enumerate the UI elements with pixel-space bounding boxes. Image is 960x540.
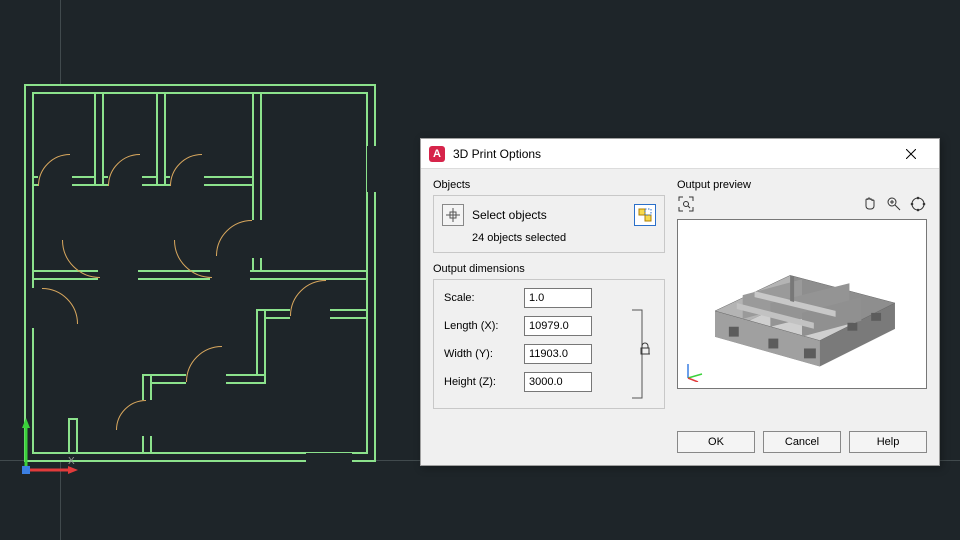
objects-group: Select objects 24 objects selected	[433, 195, 665, 253]
scale-label: Scale:	[444, 292, 524, 304]
close-icon	[906, 149, 916, 159]
preview-toolbar	[677, 195, 927, 213]
lock-icon	[638, 342, 652, 356]
height-label: Height (Z):	[444, 376, 524, 388]
svg-text:X: X	[68, 456, 75, 467]
quick-select-icon	[638, 208, 652, 222]
help-button[interactable]: Help	[849, 431, 927, 453]
close-button[interactable]	[891, 139, 931, 169]
length-input[interactable]	[524, 316, 592, 336]
scale-input[interactable]	[524, 288, 592, 308]
objects-label: Objects	[433, 179, 665, 191]
app-icon: A	[429, 146, 445, 162]
pan-icon	[862, 196, 878, 212]
dimensions-label: Output dimensions	[433, 263, 665, 275]
crosshair-pick-icon	[446, 208, 460, 222]
ucs-icon: X	[18, 418, 78, 478]
width-label: Width (Y):	[444, 348, 524, 360]
select-objects-button[interactable]	[442, 204, 464, 226]
orbit-button[interactable]	[909, 195, 927, 213]
zoom-icon	[886, 196, 902, 212]
ok-button[interactable]: OK	[677, 431, 755, 453]
zoom-button[interactable]	[885, 195, 903, 213]
zoom-extents-button[interactable]	[677, 195, 695, 213]
dialog-titlebar[interactable]: A 3D Print Options	[421, 139, 939, 169]
zoom-extents-icon	[678, 196, 694, 212]
preview-label: Output preview	[677, 179, 927, 191]
quick-select-button[interactable]	[634, 204, 656, 226]
preview-ucs-icon	[684, 360, 706, 382]
dialog-title: 3D Print Options	[453, 147, 891, 161]
preview-viewport[interactable]	[677, 219, 927, 389]
length-label: Length (X):	[444, 320, 524, 332]
dimensions-group: Scale: Length (X): Width (Y): Height (Z)…	[433, 279, 665, 409]
select-objects-label: Select objects	[472, 208, 547, 222]
cancel-button[interactable]: Cancel	[763, 431, 841, 453]
lock-aspect-button[interactable]	[638, 342, 654, 358]
height-input[interactable]	[524, 372, 592, 392]
print-options-dialog: A 3D Print Options Objects Sel	[420, 138, 940, 466]
dialog-button-row: OK Cancel Help	[421, 431, 939, 465]
width-input[interactable]	[524, 344, 592, 364]
pan-button[interactable]	[861, 195, 879, 213]
floor-plan	[24, 84, 376, 462]
orbit-icon	[910, 196, 926, 212]
preview-model	[678, 220, 926, 388]
selection-count: 24 objects selected	[442, 232, 656, 244]
